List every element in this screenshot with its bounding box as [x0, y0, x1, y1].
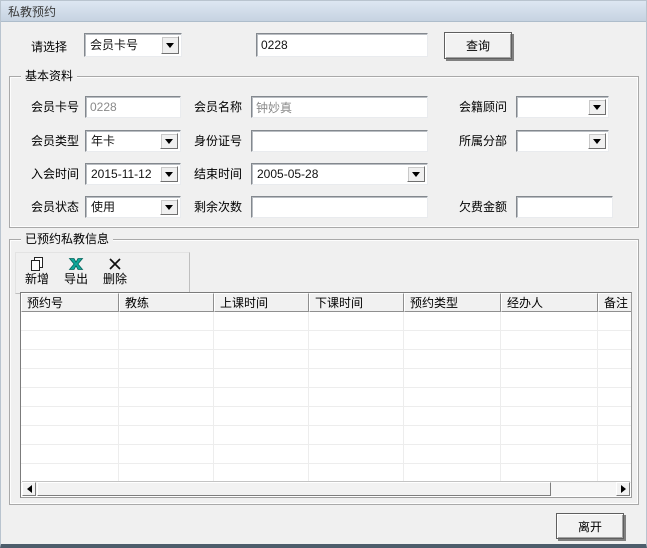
join-date-picker[interactable]: 2015-11-12	[85, 163, 181, 185]
remaining-times-label: 剩余次数	[194, 199, 242, 215]
booked-group-title: 已预约私教信息	[21, 232, 113, 247]
scroll-right-icon[interactable]	[616, 482, 630, 496]
member-status-value: 使用	[91, 199, 160, 215]
card-no-field[interactable]	[85, 96, 181, 118]
window-title: 私教预约	[8, 3, 56, 20]
arrears-field[interactable]	[516, 196, 613, 218]
end-date-value: 2005-05-28	[257, 166, 407, 182]
add-button[interactable]: 新增	[19, 255, 55, 286]
export-button-label: 导出	[64, 272, 88, 286]
end-date-label: 结束时间	[194, 166, 242, 182]
remaining-times-field[interactable]	[251, 196, 428, 218]
add-button-label: 新增	[25, 272, 49, 286]
grid-header-cell[interactable]: 备注	[598, 293, 632, 312]
branch-label: 所属分部	[459, 133, 507, 149]
grid-header-cell[interactable]: 教练	[119, 293, 214, 312]
arrears-label: 欠费金额	[459, 199, 507, 215]
basic-info-group-title: 基本资料	[21, 69, 77, 84]
delete-button-label: 删除	[103, 272, 127, 286]
grid-header-cell[interactable]: 经办人	[501, 293, 598, 312]
excel-export-icon	[68, 255, 84, 272]
consultant-combo[interactable]	[516, 96, 609, 118]
member-status-label: 会员状态	[31, 199, 79, 215]
copy-new-icon	[29, 255, 45, 272]
booked-group: 已预约私教信息 新增 导出	[9, 239, 639, 505]
member-status-combo[interactable]: 使用	[85, 196, 181, 218]
member-type-combo[interactable]: 年卡	[85, 130, 181, 152]
table-row	[21, 312, 632, 331]
chevron-down-icon[interactable]	[407, 166, 425, 182]
table-row	[21, 388, 632, 407]
export-button[interactable]: 导出	[58, 255, 94, 286]
join-date-value: 2015-11-12	[91, 166, 160, 182]
appointments-grid: 预约号 教练 上课时间 下课时间 预约类型 经办人 备注	[20, 292, 632, 498]
appointment-window: 私教预约 请选择 会员卡号 查询 基本资料 会员卡号 会员名称 会籍顾问 会员类…	[0, 0, 647, 548]
chevron-down-icon[interactable]	[160, 199, 178, 215]
chevron-down-icon[interactable]	[160, 166, 178, 182]
grid-body	[21, 312, 631, 483]
member-name-label: 会员名称	[194, 99, 242, 115]
scroll-left-icon[interactable]	[22, 482, 36, 496]
table-row	[21, 445, 632, 464]
grid-header-cell[interactable]: 上课时间	[214, 293, 309, 312]
leave-button[interactable]: 离开	[556, 513, 624, 539]
search-keyword-input[interactable]	[256, 33, 428, 57]
query-button[interactable]: 查询	[444, 32, 512, 59]
consultant-label: 会籍顾问	[459, 99, 507, 115]
member-type-value: 年卡	[91, 133, 160, 149]
grid-header-cell[interactable]: 预约号	[21, 293, 119, 312]
card-no-label: 会员卡号	[31, 99, 79, 115]
id-number-label: 身份证号	[194, 133, 242, 149]
id-number-field[interactable]	[251, 130, 428, 152]
table-row	[21, 407, 632, 426]
chevron-down-icon[interactable]	[161, 36, 179, 54]
grid-header: 预约号 教练 上课时间 下课时间 预约类型 经办人 备注	[21, 293, 632, 312]
table-row	[21, 331, 632, 350]
grid-header-cell[interactable]: 预约类型	[404, 293, 501, 312]
title-bar: 私教预约	[1, 1, 646, 22]
table-row	[21, 369, 632, 388]
member-name-field[interactable]	[251, 96, 428, 118]
end-date-picker[interactable]: 2005-05-28	[251, 163, 428, 185]
delete-button[interactable]: 删除	[97, 255, 133, 286]
scrollbar-thumb[interactable]	[37, 482, 551, 496]
table-row	[21, 350, 632, 369]
table-row	[21, 426, 632, 445]
chevron-down-icon[interactable]	[588, 133, 606, 149]
delete-x-icon	[107, 255, 123, 272]
horizontal-scrollbar[interactable]	[22, 481, 630, 496]
chevron-down-icon[interactable]	[588, 99, 606, 115]
chevron-down-icon[interactable]	[160, 133, 178, 149]
booked-toolbar: 新增 导出 删除	[15, 252, 190, 294]
member-type-label: 会员类型	[31, 133, 79, 149]
search-category-combo[interactable]: 会员卡号	[84, 33, 182, 57]
search-category-value: 会员卡号	[90, 37, 161, 53]
join-date-label: 入会时间	[31, 166, 79, 182]
grid-header-cell[interactable]: 下课时间	[309, 293, 404, 312]
branch-combo[interactable]	[516, 130, 609, 152]
select-label: 请选择	[31, 39, 67, 55]
